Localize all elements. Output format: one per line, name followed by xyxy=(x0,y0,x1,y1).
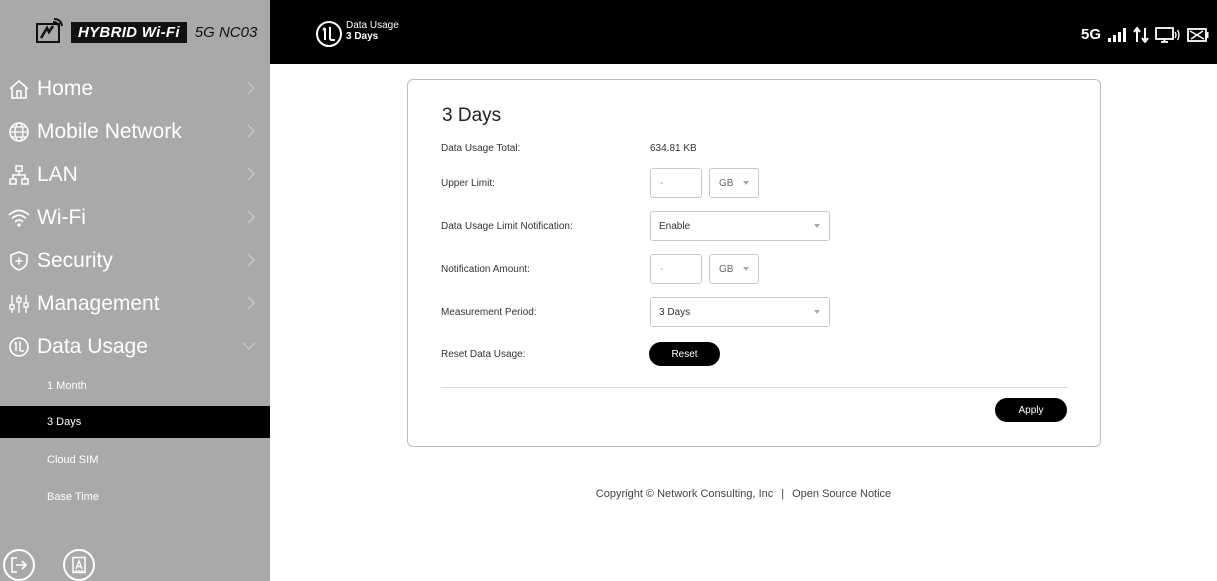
lan-icon xyxy=(9,165,29,185)
status-icons: 5G xyxy=(1081,26,1209,43)
dropdown-caret-icon xyxy=(743,267,749,271)
notification-amount-unit-select[interactable]: GB xyxy=(709,254,759,284)
network-type: 5G xyxy=(1080,26,1101,43)
measurement-period-select[interactable]: 3 Days xyxy=(650,297,830,327)
breadcrumb-section: Data Usage xyxy=(346,20,399,31)
dropdown-caret-icon xyxy=(743,181,749,185)
footer: Copyright © Network Consulting, Inc | Open… xyxy=(0,488,1217,500)
sidebar-item-label: Data Usage xyxy=(37,335,148,358)
breadcrumb-page: 3 Days xyxy=(346,31,379,42)
brand-hybrid-label: HYBRID Wi-Fi xyxy=(71,21,187,43)
sidebar-item-label: LAN xyxy=(37,163,78,186)
globe-icon xyxy=(9,122,29,142)
notification-amount-input[interactable]: - xyxy=(650,254,702,284)
upper-limit-label: Upper Limit: xyxy=(441,178,495,189)
chevron-down-icon xyxy=(242,342,256,350)
measurement-period-label: Measurement Period: xyxy=(441,307,537,318)
manual-button[interactable] xyxy=(63,549,95,581)
measurement-period-value: 3 Days xyxy=(659,306,691,318)
connected-device-icon xyxy=(1155,26,1180,43)
data-usage-icon xyxy=(316,21,342,47)
upper-limit-unit-select[interactable]: GB xyxy=(709,168,759,198)
sidebar-item-lan[interactable]: LAN xyxy=(0,155,270,195)
divider xyxy=(441,387,1068,388)
data-usage-icon xyxy=(9,337,29,357)
battery-icon xyxy=(1187,27,1209,42)
notification-amount-label: Notification Amount: xyxy=(441,264,530,275)
chevron-right-icon xyxy=(247,124,255,138)
signal-icon xyxy=(1108,27,1126,42)
sidebar-item-management[interactable]: Management xyxy=(0,284,270,324)
home-icon xyxy=(9,79,29,99)
sidebar-subitem-3-days[interactable]: 3 Days xyxy=(0,406,270,438)
reset-data-usage-label: Reset Data Usage: xyxy=(441,349,526,360)
sidebar-item-wifi[interactable]: Wi-Fi xyxy=(0,198,270,238)
data-usage-settings-card: 3 Days Data Usage Total: 634.81 KB Upper… xyxy=(407,79,1101,447)
sidebar-item-label: Mobile Network xyxy=(37,120,182,143)
chevron-right-icon xyxy=(247,296,255,310)
top-bar: Data Usage 3 Days 5G xyxy=(270,0,1217,64)
manual-icon xyxy=(72,556,86,574)
limit-notification-label: Data Usage Limit Notification: xyxy=(441,221,573,232)
upper-limit-unit-value: GB xyxy=(719,177,734,189)
chevron-right-icon xyxy=(247,253,255,267)
wifi-icon xyxy=(8,209,30,227)
sidebar-item-home[interactable]: Home xyxy=(0,69,270,109)
chevron-right-icon xyxy=(247,210,255,224)
brand-model: 5G NC03 xyxy=(194,23,258,41)
footer-separator: | xyxy=(781,488,785,500)
sidebar-item-label: Management xyxy=(37,292,160,315)
sidebar: Home Mobile Network LAN Wi-Fi Security M… xyxy=(0,64,270,581)
shield-icon xyxy=(10,251,28,271)
reset-button[interactable]: Reset xyxy=(649,342,720,366)
upper-limit-input[interactable]: - xyxy=(650,168,702,198)
chevron-right-icon xyxy=(247,167,255,181)
sidebar-subitem-1-month[interactable]: 1 Month xyxy=(0,370,270,402)
logout-icon xyxy=(11,557,28,573)
sidebar-item-data-usage[interactable]: Data Usage xyxy=(0,327,270,367)
dropdown-caret-icon xyxy=(814,224,820,228)
notification-amount-unit-value: GB xyxy=(719,263,734,275)
router-logo-icon xyxy=(36,18,63,43)
data-usage-total-value: 634.81 KB xyxy=(650,143,697,154)
page-title: 3 Days xyxy=(442,105,502,126)
data-usage-total-label: Data Usage Total: xyxy=(441,143,521,154)
copyright-text: Copyright © Network Consulting, Inc xyxy=(595,488,774,500)
sliders-icon xyxy=(9,295,29,313)
dropdown-caret-icon xyxy=(814,310,820,314)
sidebar-item-label: Security xyxy=(37,249,113,272)
sidebar-item-mobile-network[interactable]: Mobile Network xyxy=(0,112,270,152)
sidebar-item-label: Wi-Fi xyxy=(37,206,86,229)
limit-notification-select[interactable]: Enable xyxy=(650,211,830,241)
brand-bar: HYBRID Wi-Fi 5G NC03 xyxy=(0,0,270,64)
sidebar-subitem-cloud-sim[interactable]: Cloud SIM xyxy=(0,444,270,476)
sidebar-item-label: Home xyxy=(37,77,94,100)
logout-button[interactable] xyxy=(3,549,35,581)
open-source-notice-link[interactable]: Open Source Notice xyxy=(792,488,891,500)
limit-notification-value: Enable xyxy=(659,220,691,232)
sidebar-item-security[interactable]: Security xyxy=(0,241,270,281)
data-transfer-icon xyxy=(1133,26,1149,43)
chevron-right-icon xyxy=(247,81,255,95)
apply-button[interactable]: Apply xyxy=(995,398,1067,422)
